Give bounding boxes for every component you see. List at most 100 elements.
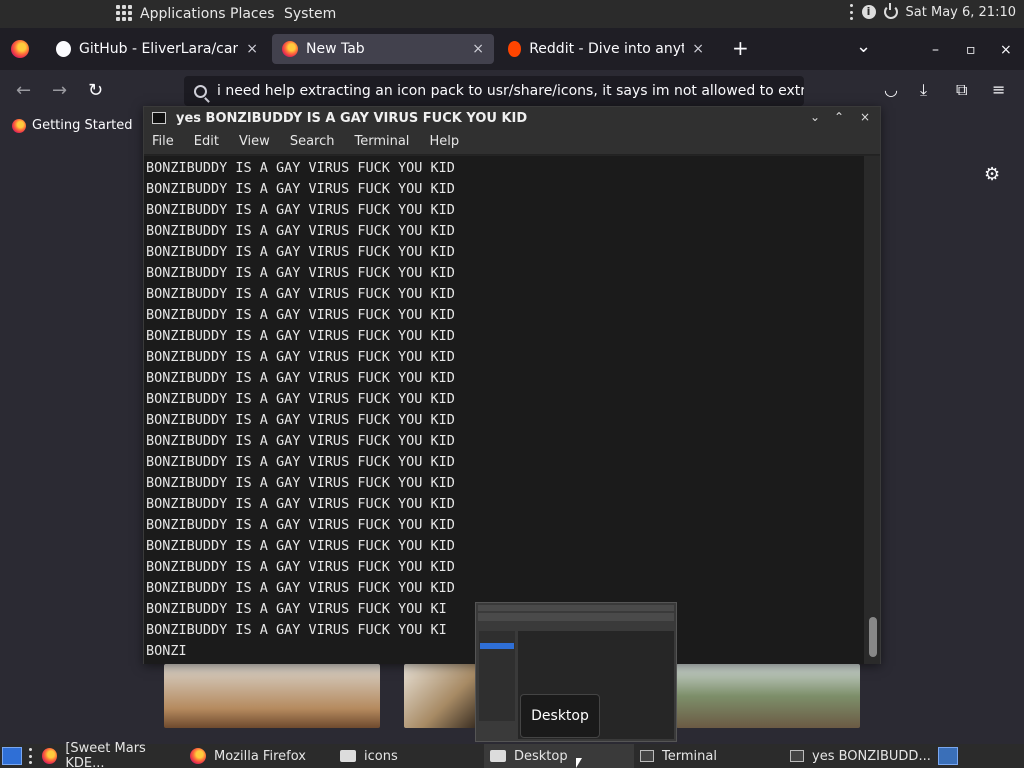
task-mozilla-firefox[interactable]: Mozilla Firefox xyxy=(184,744,332,768)
task-icons[interactable]: icons xyxy=(334,744,482,768)
preview-toolbar xyxy=(478,605,674,611)
task-sweet-mars[interactable]: [Sweet Mars KDE... xyxy=(36,741,184,768)
workspace-switcher[interactable] xyxy=(938,747,958,765)
panel-tray: i Sat May 6, 21:10 xyxy=(850,3,1016,20)
browser-tab-strip: GitHub - EliverLara/candy-i × New Tab × … xyxy=(0,28,1024,70)
terminal-menubar: File Edit View Search Terminal Help xyxy=(144,129,880,155)
close-tab-icon[interactable]: × xyxy=(472,41,484,57)
new-tab-button[interactable]: + xyxy=(732,36,749,60)
terminal-line: BONZIBUDDY IS A GAY VIRUS FUCK YOU KID xyxy=(146,328,455,344)
reload-icon[interactable]: ↻ xyxy=(88,80,103,101)
close-icon[interactable]: × xyxy=(860,110,870,124)
folder-icon xyxy=(490,750,506,762)
terminal-line: BONZIBUDDY IS A GAY VIRUS FUCK YOU KID xyxy=(146,580,455,596)
terminal-line: BONZIBUDDY IS A GAY VIRUS FUCK YOU KID xyxy=(146,286,455,302)
terminal-line: BONZIBUDDY IS A GAY VIRUS FUCK YOU KID xyxy=(146,181,455,197)
minimize-icon[interactable]: ⌄ xyxy=(810,110,820,124)
preview-toolbar xyxy=(478,613,674,621)
apps-grid-icon[interactable] xyxy=(116,5,132,21)
search-icon xyxy=(194,84,207,98)
gear-icon[interactable]: ⚙ xyxy=(984,164,1000,185)
bookmark-getting-started[interactable]: Getting Started xyxy=(12,118,133,133)
terminal-title: yes BONZIBUDDY IS A GAY VIRUS FUCK YOU K… xyxy=(176,110,528,126)
scrollbar-thumb[interactable] xyxy=(869,617,877,657)
terminal-scrollbar[interactable] xyxy=(864,156,880,664)
menu-search[interactable]: Search xyxy=(290,134,335,149)
menu-system[interactable]: System xyxy=(284,6,336,22)
terminal-icon xyxy=(152,112,166,124)
terminal-line: BONZIBUDDY IS A GAY VIRUS FUCK YOU KID xyxy=(146,559,455,575)
show-desktop-icon[interactable] xyxy=(2,747,22,765)
tab-list-icon[interactable]: ⌄ xyxy=(856,36,871,57)
extensions-icon[interactable]: ⧉ xyxy=(956,80,967,100)
maximize-button[interactable]: ▫ xyxy=(966,42,976,58)
menu-file[interactable]: File xyxy=(152,134,174,149)
close-tab-icon[interactable]: × xyxy=(246,41,258,57)
menu-view[interactable]: View xyxy=(239,134,270,149)
clock[interactable]: Sat May 6, 21:10 xyxy=(906,5,1016,20)
minimize-button[interactable]: – xyxy=(932,42,939,58)
menu-terminal[interactable]: Terminal xyxy=(354,134,409,149)
terminal-line: BONZIBUDDY IS A GAY VIRUS FUCK YOU KID xyxy=(146,370,455,386)
menu-help[interactable]: Help xyxy=(429,134,459,149)
terminal-line: BONZIBUDDY IS A GAY VIRUS FUCK YOU KID xyxy=(146,538,455,554)
terminal-line: BONZIBUDDY IS A GAY VIRUS FUCK YOU KID xyxy=(146,223,455,239)
tab-reddit[interactable]: Reddit - Dive into anything × xyxy=(498,34,714,64)
pocket-icon[interactable]: ◡ xyxy=(884,80,898,99)
taskbar: [Sweet Mars KDE... Mozilla Firefox icons… xyxy=(0,741,1024,768)
terminal-line: BONZIBUDDY IS A GAY VIRUS FUCK YOU KID xyxy=(146,517,455,533)
terminal-line: BONZIBUDDY IS A GAY VIRUS FUCK YOU KID xyxy=(146,391,455,407)
terminal-line: BONZIBUDDY IS A GAY VIRUS FUCK YOU KID xyxy=(146,265,455,281)
menu-places[interactable]: Places xyxy=(230,6,275,22)
preview-selection xyxy=(480,643,514,649)
close-window-button[interactable]: × xyxy=(1000,42,1012,58)
hamburger-menu-icon[interactable]: ≡ xyxy=(992,80,1005,99)
tab-title: New Tab xyxy=(306,41,365,57)
story-thumbnail[interactable] xyxy=(164,664,380,728)
info-icon[interactable]: i xyxy=(861,5,876,19)
kebab-icon[interactable] xyxy=(28,748,32,764)
menu-applications[interactable]: Applications xyxy=(140,6,226,22)
github-icon xyxy=(56,41,71,57)
terminal-output[interactable]: BONZIBUDDY IS A GAY VIRUS FUCK YOU KID BO… xyxy=(144,156,866,664)
forward-icon[interactable]: → xyxy=(52,80,67,101)
menu-edit[interactable]: Edit xyxy=(194,134,219,149)
terminal-line: BONZIBUDDY IS A GAY VIRUS FUCK YOU KID xyxy=(146,349,455,365)
task-label: Desktop xyxy=(514,748,568,764)
folder-icon xyxy=(340,750,356,762)
power-icon[interactable] xyxy=(883,3,898,19)
story-thumbnail[interactable] xyxy=(676,664,860,728)
task-yes-bonzibuddy[interactable]: yes BONZIBUDD... xyxy=(784,744,934,768)
firefox-icon xyxy=(42,748,58,764)
bookmark-label: Getting Started xyxy=(32,118,133,133)
terminal-line: BONZIBUDDY IS A GAY VIRUS FUCK YOU KID xyxy=(146,412,455,428)
firefox-icon[interactable] xyxy=(11,40,29,58)
task-terminal[interactable]: Terminal xyxy=(634,744,782,768)
url-bar[interactable]: i need help extracting an icon pack to u… xyxy=(184,76,804,106)
download-icon[interactable]: ⤓ xyxy=(920,80,927,100)
story-thumbnail[interactable] xyxy=(404,664,476,728)
kebab-icon[interactable] xyxy=(850,4,854,20)
firefox-icon xyxy=(190,748,206,764)
tab-new-tab[interactable]: New Tab × xyxy=(272,34,494,64)
tab-title: Reddit - Dive into anything xyxy=(529,41,685,57)
firefox-icon xyxy=(12,118,26,133)
url-text[interactable]: i need help extracting an icon pack to u… xyxy=(217,83,804,99)
back-icon[interactable]: ← xyxy=(16,80,31,101)
terminal-titlebar[interactable]: yes BONZIBUDDY IS A GAY VIRUS FUCK YOU K… xyxy=(144,107,880,129)
task-label: Terminal xyxy=(662,748,717,764)
task-label: Mozilla Firefox xyxy=(214,748,306,764)
firefox-icon xyxy=(282,41,298,57)
terminal-window[interactable]: yes BONZIBUDDY IS A GAY VIRUS FUCK YOU K… xyxy=(143,106,881,664)
terminal-line: BONZIBUDDY IS A GAY VIRUS FUCK YOU KID xyxy=(146,160,455,176)
task-label: icons xyxy=(364,748,398,764)
terminal-line: BONZIBUDDY IS A GAY VIRUS FUCK YOU KID xyxy=(146,496,455,512)
close-tab-icon[interactable]: × xyxy=(692,41,704,57)
task-desktop[interactable]: Desktop xyxy=(484,744,634,768)
tab-github[interactable]: GitHub - EliverLara/candy-i × xyxy=(46,34,268,64)
terminal-line: BONZIBUDDY IS A GAY VIRUS FUCK YOU KID xyxy=(146,475,455,491)
tooltip-desktop: Desktop xyxy=(520,694,600,738)
terminal-line: BONZIBUDDY IS A GAY VIRUS FUCK YOU KID xyxy=(146,244,455,260)
maximize-icon[interactable]: ⌃ xyxy=(834,110,844,124)
terminal-line: BONZIBUDDY IS A GAY VIRUS FUCK YOU KID xyxy=(146,433,455,449)
